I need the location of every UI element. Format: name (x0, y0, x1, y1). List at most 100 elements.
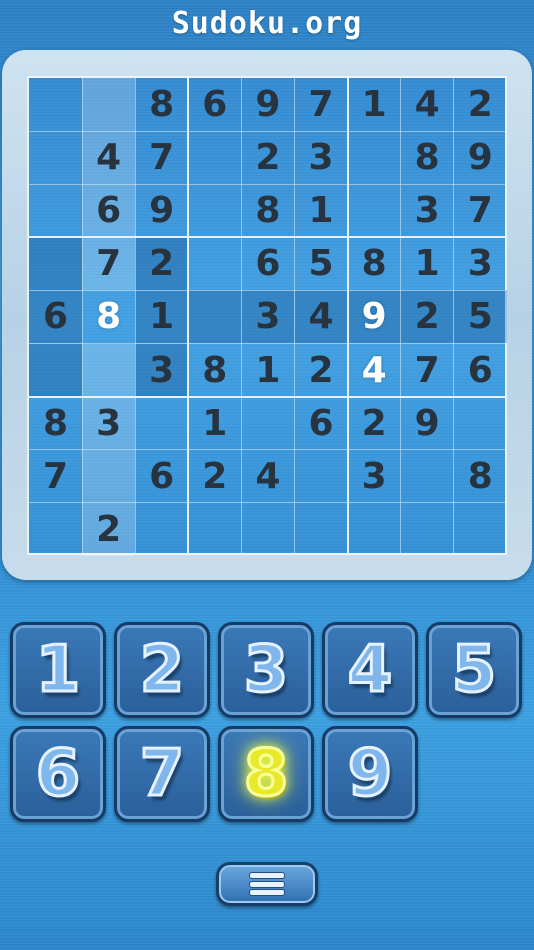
grid-cell-r5c4[interactable] (188, 290, 242, 344)
grid-cell-r8c3[interactable]: 6 (135, 450, 188, 503)
grid-cell-r1c5[interactable]: 9 (241, 78, 294, 131)
grid-cell-r2c8[interactable]: 8 (401, 131, 454, 184)
grid-cell-r2c5[interactable]: 2 (241, 131, 294, 184)
grid-cell-r8c5[interactable]: 4 (241, 450, 294, 503)
number-key-5[interactable]: 5 (426, 622, 522, 718)
grid-cell-r9c3[interactable] (135, 503, 188, 556)
grid-cell-r8c6[interactable] (295, 450, 348, 503)
grid-cell-r3c1[interactable] (29, 184, 82, 237)
grid-cell-r3c2[interactable]: 6 (82, 184, 136, 238)
grid-line-vertical (400, 78, 402, 553)
grid-cell-r9c8[interactable] (401, 503, 454, 556)
grid-cell-r9c6[interactable] (295, 503, 348, 556)
grid-line-vertical (81, 78, 83, 553)
grid-cell-r7c9[interactable] (454, 397, 507, 450)
grid-cell-r1c3[interactable]: 8 (135, 78, 188, 131)
grid-cell-r1c9[interactable]: 2 (454, 78, 507, 131)
grid-cell-r4c1[interactable] (29, 237, 82, 291)
grid-cell-r1c8[interactable]: 4 (401, 78, 454, 131)
grid-cell-r1c2[interactable] (82, 78, 136, 131)
grid-cell-r5c5[interactable]: 3 (241, 290, 295, 344)
grid-cell-r7c1[interactable]: 8 (29, 397, 82, 450)
grid-cell-r9c9[interactable] (454, 503, 507, 556)
hamburger-menu-icon (249, 872, 285, 896)
number-key-9[interactable]: 9 (322, 726, 418, 822)
grid-cell-r8c4[interactable]: 2 (188, 450, 241, 503)
grid-cell-r4c7[interactable]: 8 (348, 237, 401, 290)
grid-cell-r1c6[interactable]: 7 (295, 78, 348, 131)
grid-cell-r5c9[interactable]: 5 (453, 290, 507, 344)
grid-cell-r5c1[interactable]: 6 (29, 290, 82, 344)
grid-cell-r1c4[interactable]: 6 (188, 78, 241, 131)
grid-cell-r9c2[interactable]: 2 (82, 502, 136, 556)
grid-cell-r3c7[interactable] (348, 184, 401, 237)
grid-cell-r8c1[interactable]: 7 (29, 450, 82, 503)
number-key-4[interactable]: 4 (322, 622, 418, 718)
grid-cell-r2c7[interactable] (348, 131, 401, 184)
grid-cell-r3c8[interactable]: 3 (401, 184, 454, 237)
grid-cell-r7c5[interactable] (241, 397, 294, 450)
grid-cell-r2c6[interactable]: 3 (295, 131, 348, 184)
grid-cell-r6c5[interactable]: 1 (241, 344, 294, 397)
number-key-3[interactable]: 3 (218, 622, 314, 718)
grid-cell-r2c2[interactable]: 4 (82, 131, 136, 185)
grid-cell-r5c2[interactable]: 8 (82, 290, 135, 343)
grid-cell-r6c7[interactable]: 4 (348, 344, 401, 397)
grid-line-horizontal (29, 130, 505, 132)
grid-cell-r6c9[interactable]: 6 (454, 344, 507, 397)
grid-cell-r2c9[interactable]: 9 (454, 131, 507, 184)
grid-cell-r5c7[interactable]: 9 (347, 290, 401, 344)
grid-cell-r7c4[interactable]: 1 (188, 397, 241, 450)
grid-cell-r5c8[interactable]: 2 (400, 290, 454, 344)
grid-cell-r6c2[interactable] (82, 343, 136, 397)
grid-cell-r5c3[interactable]: 1 (135, 290, 189, 344)
grid-cell-r4c5[interactable]: 6 (241, 237, 294, 290)
grid-cell-r5c6[interactable]: 4 (294, 290, 348, 344)
grid-cell-r3c3[interactable]: 9 (135, 184, 188, 237)
grid-cell-r2c4[interactable] (188, 131, 241, 184)
grid-line-horizontal (29, 183, 505, 185)
grid-cell-r9c5[interactable] (241, 503, 294, 556)
number-key-1[interactable]: 1 (10, 622, 106, 718)
grid-cell-r2c3[interactable]: 7 (135, 131, 188, 184)
grid-cell-r7c6[interactable]: 6 (295, 397, 348, 450)
number-key-7[interactable]: 7 (114, 726, 210, 822)
sudoku-grid: 8697142472389698137726581368134925381247… (27, 76, 507, 556)
grid-cell-r7c3[interactable] (135, 397, 188, 450)
grid-cell-r4c3[interactable]: 2 (135, 237, 189, 291)
grid-cell-r6c3[interactable]: 3 (135, 343, 189, 397)
grid-cell-r7c7[interactable]: 2 (348, 397, 401, 450)
grid-line-horizontal (29, 395, 505, 398)
grid-cell-r7c8[interactable]: 9 (401, 397, 454, 450)
grid-cell-r6c6[interactable]: 2 (295, 344, 348, 397)
grid-cell-r6c1[interactable] (29, 343, 82, 397)
grid-cell-r1c1[interactable] (29, 78, 82, 131)
grid-cell-r9c4[interactable] (188, 503, 241, 556)
grid-cell-r4c2[interactable]: 7 (82, 237, 136, 291)
number-key-6[interactable]: 6 (10, 726, 106, 822)
number-key-2[interactable]: 2 (114, 622, 210, 718)
grid-cell-r8c2[interactable] (82, 449, 136, 503)
grid-cell-r6c8[interactable]: 7 (401, 344, 454, 397)
grid-cell-r9c7[interactable] (348, 503, 401, 556)
grid-cell-r3c5[interactable]: 8 (241, 184, 294, 237)
grid-cell-r7c2[interactable]: 3 (82, 396, 136, 450)
grid-cell-r3c9[interactable]: 7 (454, 184, 507, 237)
grid-cell-r2c1[interactable] (29, 131, 82, 184)
grid-cell-r8c7[interactable]: 3 (348, 450, 401, 503)
grid-cell-r3c6[interactable]: 1 (295, 184, 348, 237)
grid-line-vertical (134, 78, 136, 553)
grid-cell-r1c7[interactable]: 1 (348, 78, 401, 131)
grid-cell-r4c9[interactable]: 3 (454, 237, 507, 290)
grid-cell-r4c8[interactable]: 1 (401, 237, 454, 290)
grid-cell-r4c6[interactable]: 5 (295, 237, 348, 290)
grid-cell-r9c1[interactable] (29, 503, 82, 556)
grid-cell-r8c8[interactable] (401, 450, 454, 503)
menu-button[interactable] (216, 862, 318, 906)
grid-line-horizontal (29, 502, 505, 504)
number-key-8[interactable]: 8 (218, 726, 314, 822)
grid-cell-r3c4[interactable] (188, 184, 241, 237)
grid-cell-r8c9[interactable]: 8 (454, 450, 507, 503)
grid-cell-r4c4[interactable] (188, 237, 241, 290)
grid-cell-r6c4[interactable]: 8 (188, 344, 241, 397)
